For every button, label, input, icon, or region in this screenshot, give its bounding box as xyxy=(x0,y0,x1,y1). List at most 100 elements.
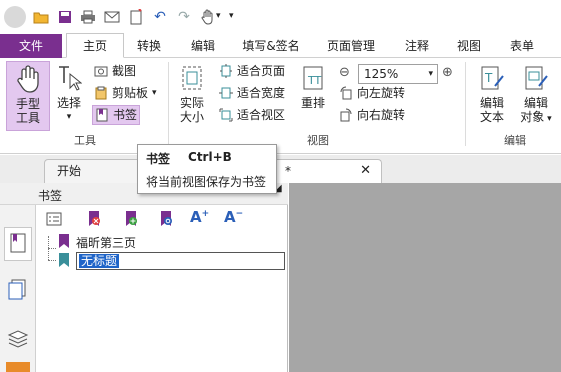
document-view[interactable] xyxy=(289,183,561,372)
fit-width-button[interactable]: 适合宽度 xyxy=(219,83,285,103)
customize-toolbar-icon[interactable]: ▾ xyxy=(229,11,234,21)
chevron-down-icon: ▾ xyxy=(544,114,552,124)
search-bookmark-icon[interactable] xyxy=(158,210,174,231)
fit-width-label: 适合宽度 xyxy=(237,86,286,100)
tab-form[interactable]: 表单 xyxy=(501,34,543,58)
group-divider xyxy=(168,62,169,146)
fit-page-button[interactable]: 适合页面 xyxy=(219,61,285,81)
select-button[interactable]: 选择 ▾ xyxy=(54,61,84,131)
edit-group-label: 编辑 xyxy=(504,134,526,147)
quick-access-toolbar: ↶ ↷ ▾ ▾ xyxy=(0,0,561,36)
fit-page-icon xyxy=(219,64,233,78)
tab-file[interactable]: 文件 xyxy=(0,34,62,58)
svg-text:TT: TT xyxy=(307,74,322,87)
new-document-icon[interactable] xyxy=(128,9,144,25)
bookmark-toolbar: A+ A− xyxy=(36,207,288,233)
expand-bookmarks-icon[interactable] xyxy=(46,211,62,230)
tooltip-shortcut: Ctrl+B xyxy=(188,150,232,164)
clipboard-button[interactable]: 剪贴板 ▾ xyxy=(94,83,157,103)
hand-tool-button[interactable]: 手型 工具 xyxy=(6,61,50,131)
tab-comment[interactable]: 注释 xyxy=(396,34,438,58)
select-label: 选择 xyxy=(56,96,81,110)
bookmark-rename-input[interactable]: 无标题 xyxy=(76,252,285,270)
actual-size-button[interactable]: 实际 大小 xyxy=(175,61,209,131)
redo-icon[interactable]: ↷ xyxy=(176,9,192,25)
list-item[interactable]: 福昕第三页 xyxy=(58,233,136,251)
bookmark-icon xyxy=(58,233,70,252)
clipboard-icon xyxy=(94,86,108,100)
edit-object-label-2: 对象 xyxy=(520,110,545,124)
tooltip-title: 书签 xyxy=(146,152,171,166)
open-folder-icon[interactable] xyxy=(33,9,49,25)
tree-line xyxy=(48,260,56,261)
hand-tool-small-icon[interactable] xyxy=(200,9,216,25)
zoom-select[interactable]: 125% ▾ xyxy=(358,64,438,84)
hand-tool-label-1: 手型 xyxy=(15,97,40,111)
clipboard-label: 剪贴板 xyxy=(112,86,149,100)
fit-page-label: 适合页面 xyxy=(237,64,286,78)
layers-nav-icon[interactable] xyxy=(6,325,30,349)
delete-bookmark-icon[interactable] xyxy=(86,210,102,231)
edit-text-icon: T xyxy=(479,64,505,92)
rotate-left-label: 向左旋转 xyxy=(357,86,406,100)
tab-start-label: 开始 xyxy=(57,164,82,178)
reflow-label: 重排 xyxy=(300,96,325,110)
app-logo-icon xyxy=(4,6,26,28)
navigation-panel-strip xyxy=(0,205,36,372)
zoom-in-icon[interactable]: ⊕ xyxy=(442,65,458,81)
view-group-label: 视图 xyxy=(307,134,329,147)
tab-edit[interactable]: 编辑 xyxy=(182,34,224,58)
snapshot-button[interactable]: 截图 xyxy=(94,61,136,81)
fit-visible-button[interactable]: 适合视区 xyxy=(219,105,285,125)
document-tab-bar: 开始 * ✕ xyxy=(0,155,561,183)
tab-convert[interactable]: 转换 xyxy=(128,34,170,58)
actual-size-label-1: 实际 xyxy=(179,96,204,110)
add-bookmark-icon[interactable] xyxy=(123,210,139,231)
bookmark-rename-text: 无标题 xyxy=(79,254,120,268)
tab-document-marker: * xyxy=(285,164,291,178)
rotate-right-button[interactable]: 向右旋转 xyxy=(339,105,405,125)
increase-text-size-icon[interactable]: A+ xyxy=(190,208,209,226)
bookmark-page-icon xyxy=(95,108,109,122)
tab-start[interactable]: 开始 xyxy=(44,159,144,183)
rotate-right-icon xyxy=(339,108,353,122)
hand-tool-label-2: 工具 xyxy=(15,111,40,125)
edit-object-button[interactable]: 编辑 对象 ▾ xyxy=(515,61,557,131)
camera-icon xyxy=(94,64,108,78)
chevron-down-icon: ▾ xyxy=(66,112,72,122)
ribbon-tab-bar: 文件 主页 转换 编辑 填写&签名 页面管理 注释 视图 表单 xyxy=(0,33,561,58)
reflow-button[interactable]: TT 重排 xyxy=(296,61,330,131)
chevron-down-icon[interactable]: ▾ xyxy=(216,11,221,21)
bookmark-button[interactable]: 书签 xyxy=(92,105,140,125)
zoom-out-icon[interactable]: ⊖ xyxy=(339,65,355,81)
tab-fill-sign[interactable]: 填写&签名 xyxy=(238,34,304,58)
chevron-down-icon: ▾ xyxy=(152,88,157,98)
bookmark-icon xyxy=(58,252,70,271)
fit-visible-icon xyxy=(219,108,233,122)
print-icon[interactable] xyxy=(80,9,96,25)
tools-group-label: 工具 xyxy=(74,134,96,147)
undo-icon[interactable]: ↶ xyxy=(152,9,168,25)
bookmarks-nav-icon[interactable] xyxy=(4,227,32,261)
rotate-left-button[interactable]: 向左旋转 xyxy=(339,83,405,103)
list-item[interactable] xyxy=(58,252,70,270)
hand-icon xyxy=(15,65,41,93)
group-divider xyxy=(465,62,466,146)
edit-text-label-1: 编辑 xyxy=(479,96,504,110)
edit-text-button[interactable]: T 编辑 文本 xyxy=(473,61,511,131)
tab-document[interactable]: * ✕ xyxy=(272,159,382,183)
email-icon[interactable] xyxy=(104,9,120,25)
tab-home[interactable]: 主页 xyxy=(66,33,124,58)
close-tab-icon[interactable]: ✕ xyxy=(360,160,371,182)
pages-nav-icon[interactable] xyxy=(6,277,30,301)
tree-line xyxy=(48,248,56,249)
actual-size-label-2: 大小 xyxy=(179,110,204,124)
tooltip-description: 将当前视图保存为书签 xyxy=(146,175,267,189)
save-icon[interactable] xyxy=(57,9,73,25)
attachments-nav-icon[interactable] xyxy=(6,362,30,372)
rotate-right-label: 向右旋转 xyxy=(357,108,406,122)
edit-object-icon xyxy=(523,64,549,92)
decrease-text-size-icon[interactable]: A− xyxy=(224,208,243,226)
tab-view[interactable]: 视图 xyxy=(448,34,490,58)
tab-page-manage[interactable]: 页面管理 xyxy=(318,34,384,58)
